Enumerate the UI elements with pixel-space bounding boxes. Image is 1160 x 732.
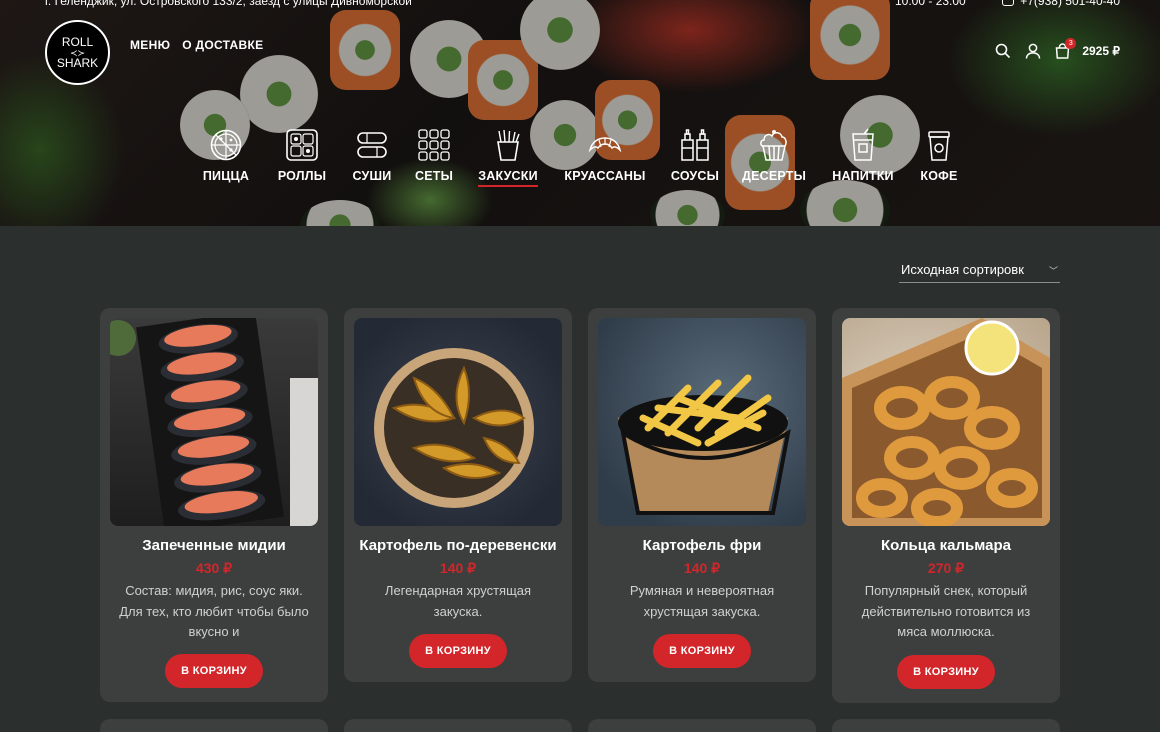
product-title[interactable]: Кольца кальмара [881, 537, 1011, 554]
top-info-bar: г. Геленджик, ул. Островского 133/2, зае… [45, 0, 1120, 8]
account-icon[interactable] [1025, 43, 1041, 59]
category-label: СУШИ [352, 169, 392, 183]
product-image[interactable] [110, 318, 318, 526]
drink-icon [852, 128, 874, 161]
category-label: НАПИТКИ [832, 169, 894, 183]
product-image[interactable] [354, 318, 562, 526]
product-card[interactable]: Картофель по-деревенски 140 ₽ Легендарна… [344, 308, 572, 682]
add-to-cart-button[interactable]: В КОРЗИНУ [897, 654, 995, 689]
category-label: ПИЦЦА [202, 169, 250, 183]
product-price: 270 ₽ [927, 560, 965, 576]
product-image[interactable] [598, 318, 806, 526]
cart-total: 2925 ₽ [1082, 44, 1120, 58]
product-description: Популярный снек, который действительно г… [861, 583, 1031, 639]
fries-icon [497, 129, 520, 161]
product-title[interactable]: Картофель фри [643, 537, 762, 554]
pizza-icon [210, 129, 242, 161]
rolls-icon [286, 129, 318, 161]
cupcake-icon [760, 130, 787, 161]
product-card[interactable] [832, 719, 1060, 732]
category-pizza[interactable]: ПИЦЦА [200, 128, 252, 187]
product-card[interactable] [588, 719, 816, 732]
category-label: РОЛЛЫ [277, 169, 327, 183]
product-title[interactable]: Картофель по-деревенски [359, 537, 556, 554]
hero-overlay [0, 0, 1160, 226]
header-actions: 3 2925 ₽ [995, 38, 1120, 59]
site-logo[interactable]: ROLL ≺≻ SHARK [45, 20, 110, 85]
category-label: СОУСЫ [670, 169, 720, 183]
address-text: г. Геленджик, ул. Островского 133/2, зае… [45, 0, 412, 8]
product-description: Румяная и невероятная хрустящая закуска. [629, 583, 775, 619]
chevron-down-icon: ﹀ [1048, 266, 1058, 276]
product-card[interactable] [100, 719, 328, 732]
cart-button[interactable]: 3 2925 ₽ [1055, 38, 1120, 59]
search-icon[interactable] [995, 43, 1011, 59]
nav-delivery-link[interactable]: О ДОСТАВКЕ [182, 38, 263, 52]
category-label: КОФЕ [920, 169, 958, 183]
add-to-cart-button[interactable]: В КОРЗИНУ [165, 654, 263, 688]
working-hours: 10:00 - 23:00 [895, 0, 966, 8]
category-menu: ПИЦЦА РОЛЛЫ СУШИ СЕТЫ ЗАКУСКИ КРУАССАНЫ … [200, 128, 958, 187]
product-price: 430 ₽ [195, 560, 233, 576]
product-grid: Запеченные мидии 430 ₽ Состав: мидия, ри… [100, 308, 1060, 703]
product-card[interactable]: Кольца кальмара 270 ₽ Популярный снек, к… [832, 308, 1060, 703]
product-image[interactable] [842, 318, 1050, 526]
phone-link[interactable]: +7(938) 501-40-40 [1002, 0, 1120, 8]
category-coffee[interactable]: КОФЕ [920, 128, 958, 187]
product-price: 140 ₽ [439, 560, 477, 576]
product-card[interactable] [344, 719, 572, 732]
category-label: ЗАКУСКИ [478, 169, 538, 187]
product-description: Легендарная хрустящая закуска. [384, 583, 532, 619]
category-sushi[interactable]: СУШИ [350, 128, 394, 187]
product-title[interactable]: Запеченные мидии [142, 537, 286, 554]
phone-icon [1002, 0, 1015, 6]
nav-menu-link[interactable]: МЕНЮ [130, 38, 170, 52]
logo-text-bottom: SHARK [56, 55, 99, 70]
product-price: 140 ₽ [683, 560, 721, 576]
croissant-icon [588, 137, 622, 153]
category-sauces[interactable]: СОУСЫ [670, 128, 720, 187]
logo-text-top: ROLL [61, 34, 94, 49]
sushi-icon [357, 132, 387, 158]
product-card[interactable]: Картофель фри 140 ₽ Румяная и невероятна… [588, 308, 816, 682]
category-snacks[interactable]: ЗАКУСКИ [476, 128, 540, 187]
product-card[interactable]: Запеченные мидии 430 ₽ Состав: мидия, ри… [100, 308, 328, 702]
category-drinks[interactable]: НАПИТКИ [830, 128, 896, 187]
add-to-cart-button[interactable]: В КОРЗИНУ [653, 634, 751, 668]
hero-banner [0, 0, 1160, 226]
product-description: Состав: мидия, рис, соус яки. Для тех, к… [119, 583, 309, 639]
category-rolls[interactable]: РОЛЛЫ [276, 128, 328, 187]
category-label: КРУАССАНЫ [564, 169, 646, 183]
category-desserts[interactable]: ДЕСЕРТЫ [742, 128, 806, 187]
add-to-cart-button[interactable]: В КОРЗИНУ [409, 634, 507, 668]
sort-selected-value: Исходная сортировк [901, 262, 1024, 277]
coffee-icon [928, 131, 950, 161]
sort-select[interactable]: Исходная сортировк ﹀ [899, 259, 1060, 283]
sets-icon [418, 129, 450, 161]
category-sets[interactable]: СЕТЫ [414, 128, 454, 187]
phone-number[interactable]: +7(938) 501-40-40 [1020, 0, 1120, 8]
category-croissants[interactable]: КРУАССАНЫ [562, 128, 648, 187]
sauce-icon [681, 129, 709, 161]
cart-count-badge: 3 [1065, 38, 1077, 49]
main-navigation: МЕНЮ О ДОСТАВКЕ [130, 38, 263, 52]
product-grid-next-row [100, 719, 1060, 732]
category-label: ДЕСЕРТЫ [741, 169, 807, 183]
category-label: СЕТЫ [414, 169, 454, 183]
